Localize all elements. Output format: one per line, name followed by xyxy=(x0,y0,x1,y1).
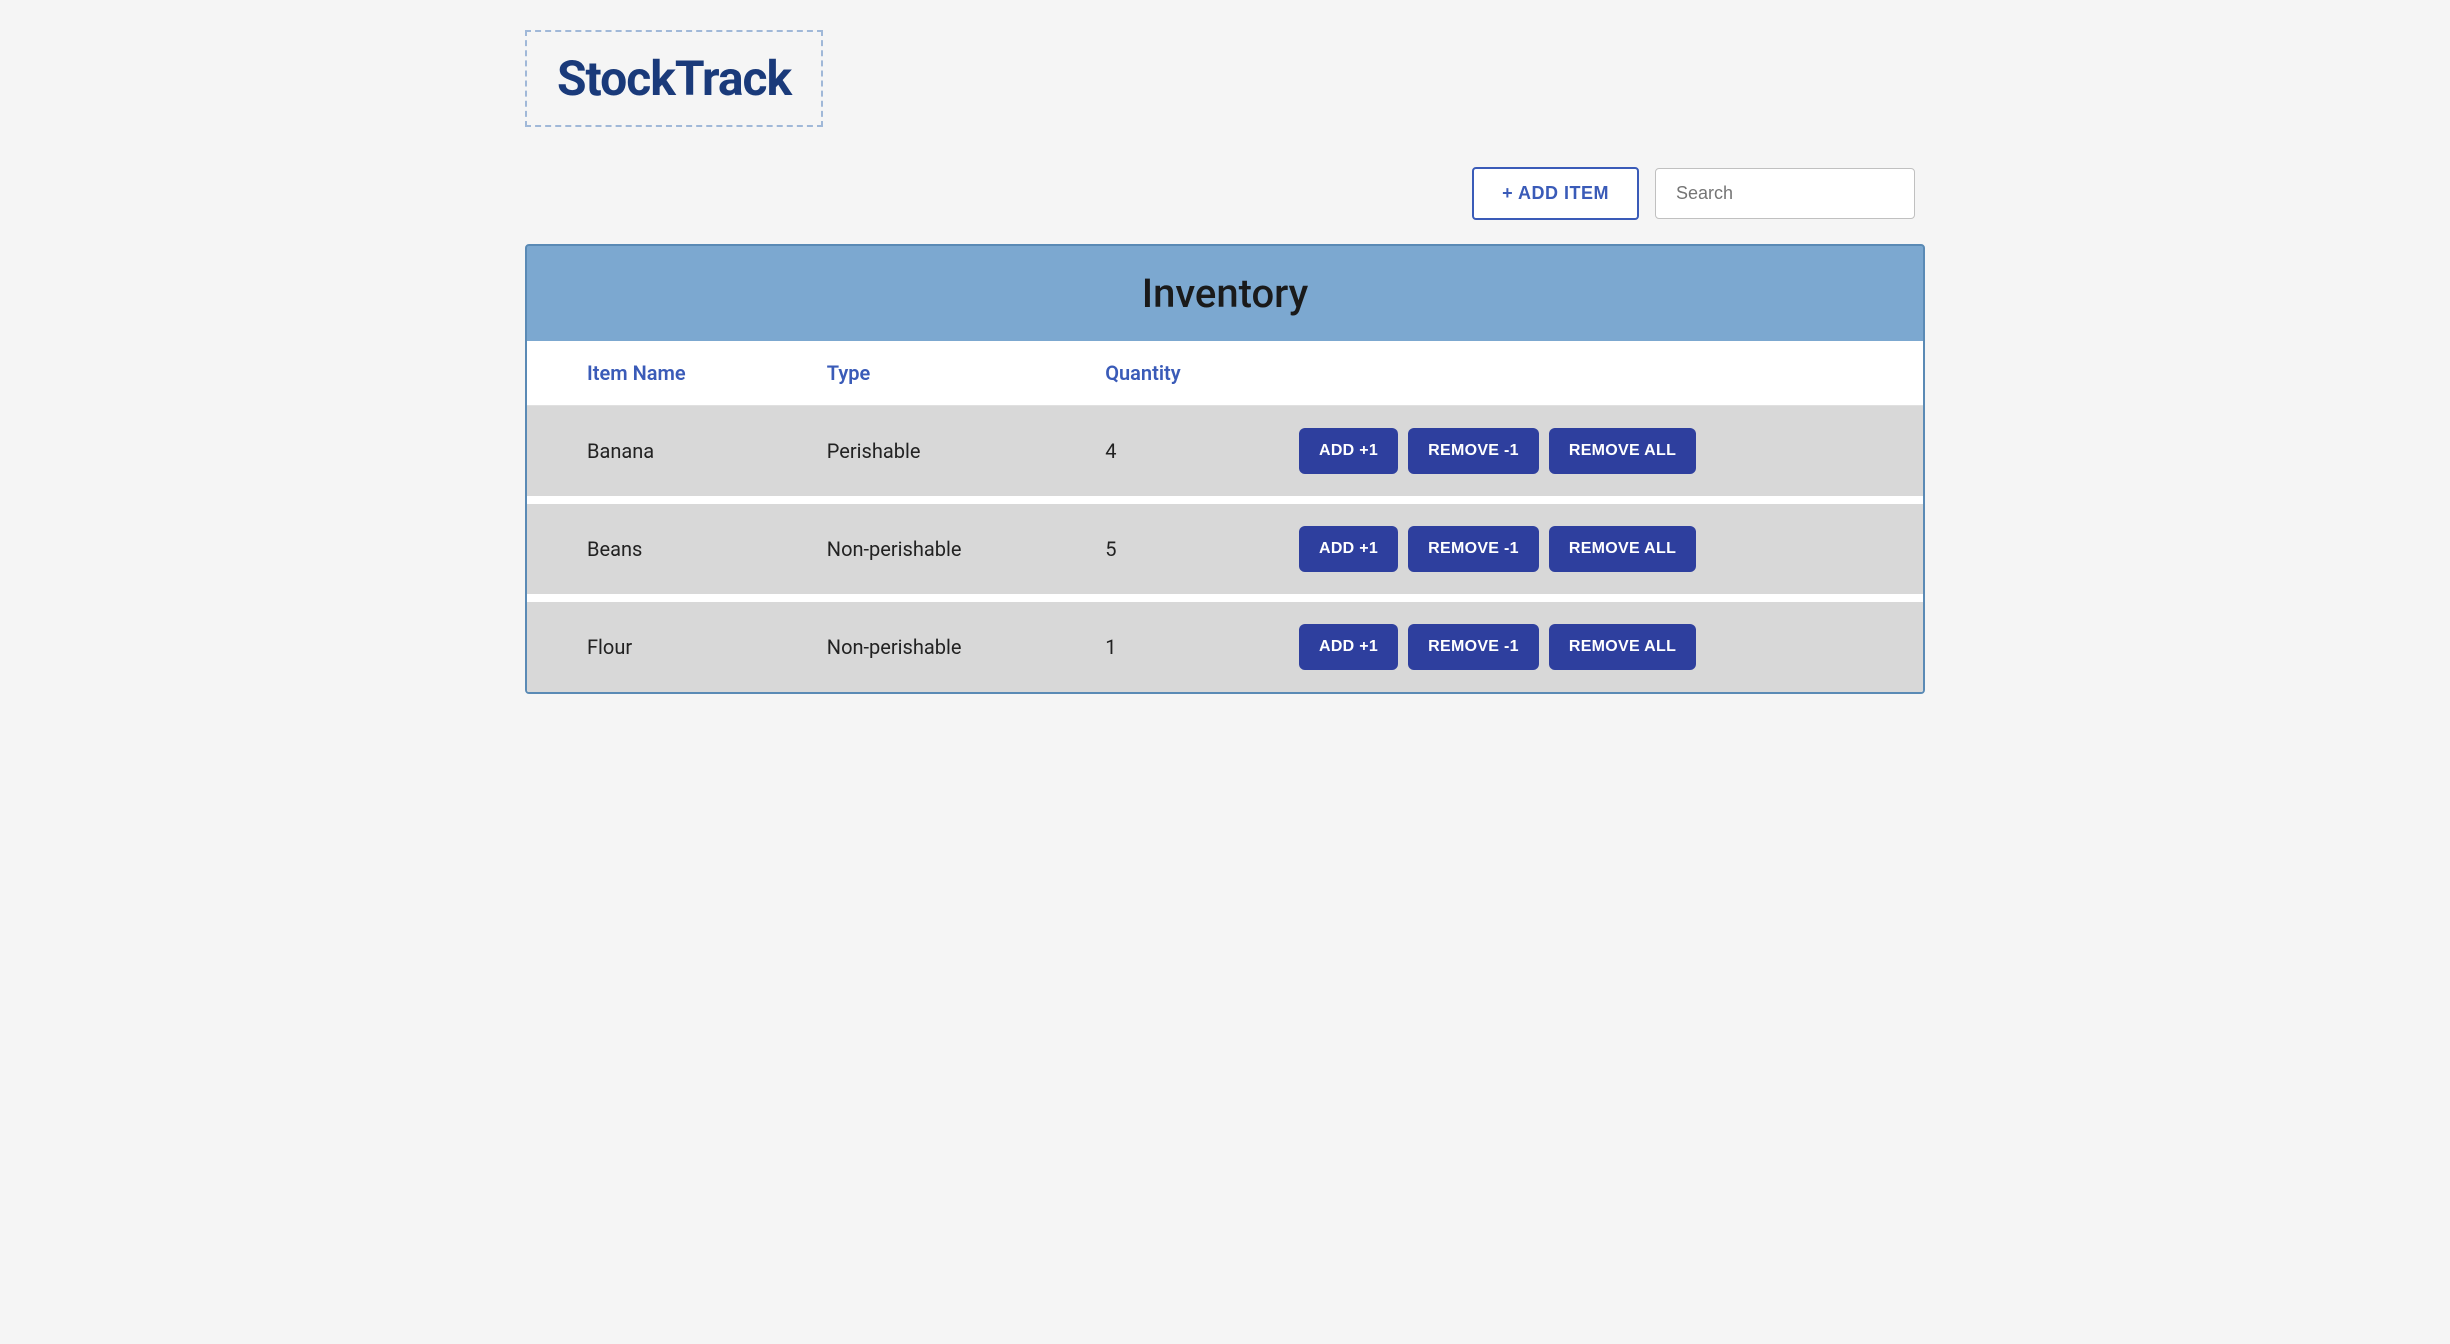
col-header-quantity: Quantity xyxy=(1075,341,1269,406)
table-row: Beans Non-perishable 5 ADD +1 REMOVE -1 … xyxy=(527,500,1923,598)
cell-name: Flour xyxy=(527,598,797,692)
page-wrapper: StockTrack + ADD ITEM Inventory Item Nam… xyxy=(525,20,1925,694)
col-header-actions xyxy=(1269,341,1923,406)
top-bar: + ADD ITEM xyxy=(525,167,1925,220)
add-one-button[interactable]: ADD +1 xyxy=(1299,624,1398,670)
cell-quantity: 4 xyxy=(1075,406,1269,501)
add-one-button[interactable]: ADD +1 xyxy=(1299,428,1398,474)
remove-one-button[interactable]: REMOVE -1 xyxy=(1408,624,1539,670)
cell-actions: ADD +1 REMOVE -1 REMOVE ALL xyxy=(1269,598,1923,692)
cell-actions: ADD +1 REMOVE -1 REMOVE ALL xyxy=(1269,406,1923,501)
remove-all-button[interactable]: REMOVE ALL xyxy=(1549,624,1696,670)
cell-type: Non-perishable xyxy=(797,598,1075,692)
inventory-container: Inventory Item Name Type Quantity Banana… xyxy=(525,244,1925,694)
cell-quantity: 5 xyxy=(1075,500,1269,598)
add-one-button[interactable]: ADD +1 xyxy=(1299,526,1398,572)
cell-name: Banana xyxy=(527,406,797,501)
inventory-title: Inventory xyxy=(527,246,1923,341)
cell-type: Perishable xyxy=(797,406,1075,501)
action-buttons: ADD +1 REMOVE -1 REMOVE ALL xyxy=(1299,624,1893,670)
cell-actions: ADD +1 REMOVE -1 REMOVE ALL xyxy=(1269,500,1923,598)
cell-name: Beans xyxy=(527,500,797,598)
inventory-table: Item Name Type Quantity Banana Perishabl… xyxy=(527,341,1923,692)
col-header-type: Type xyxy=(797,341,1075,406)
app-logo: StockTrack xyxy=(557,50,791,107)
logo-container: StockTrack xyxy=(525,30,823,127)
search-input[interactable] xyxy=(1655,168,1915,219)
add-item-button[interactable]: + ADD ITEM xyxy=(1472,167,1639,220)
action-buttons: ADD +1 REMOVE -1 REMOVE ALL xyxy=(1299,428,1893,474)
remove-all-button[interactable]: REMOVE ALL xyxy=(1549,526,1696,572)
cell-type: Non-perishable xyxy=(797,500,1075,598)
col-header-name: Item Name xyxy=(527,341,797,406)
table-wrapper: Item Name Type Quantity Banana Perishabl… xyxy=(527,341,1923,692)
table-row: Flour Non-perishable 1 ADD +1 REMOVE -1 … xyxy=(527,598,1923,692)
table-header-row: Item Name Type Quantity xyxy=(527,341,1923,406)
action-buttons: ADD +1 REMOVE -1 REMOVE ALL xyxy=(1299,526,1893,572)
remove-all-button[interactable]: REMOVE ALL xyxy=(1549,428,1696,474)
table-row: Banana Perishable 4 ADD +1 REMOVE -1 REM… xyxy=(527,406,1923,501)
remove-one-button[interactable]: REMOVE -1 xyxy=(1408,526,1539,572)
remove-one-button[interactable]: REMOVE -1 xyxy=(1408,428,1539,474)
cell-quantity: 1 xyxy=(1075,598,1269,692)
